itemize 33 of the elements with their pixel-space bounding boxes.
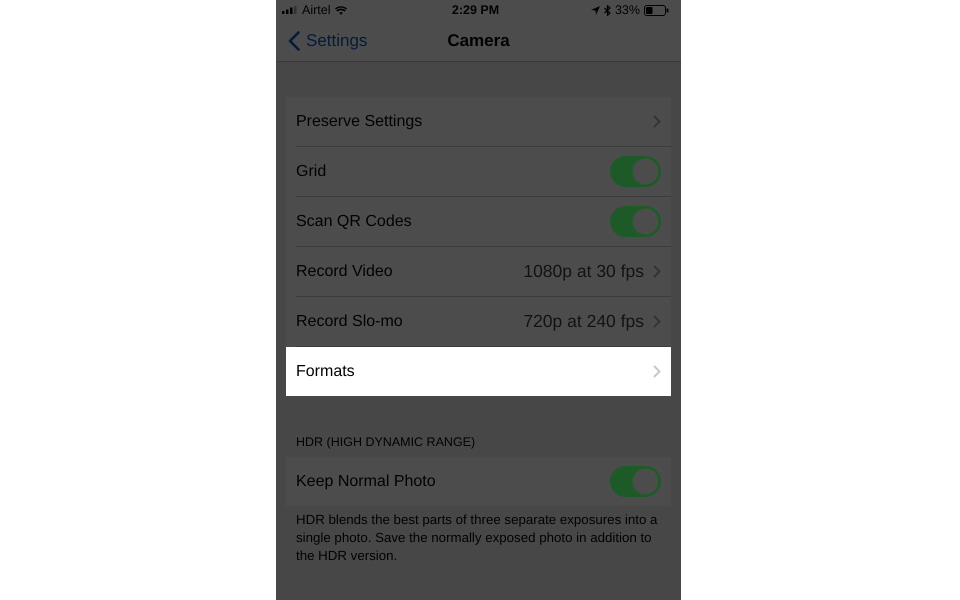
row-label: Formats <box>296 362 356 380</box>
row-label: Record Slo-mo <box>296 312 404 330</box>
signal-icon <box>282 6 297 14</box>
bluetooth-icon <box>604 4 611 16</box>
wifi-icon <box>335 6 348 14</box>
row-label: Keep Normal Photo <box>296 472 437 490</box>
battery-percent: 33% <box>614 3 640 17</box>
settings-row[interactable]: Formats <box>286 347 671 396</box>
chevron-right-icon <box>653 365 661 378</box>
status-time: 2:29 PM <box>452 3 500 17</box>
location-arrow-icon <box>590 6 600 14</box>
chevron-right-icon <box>653 265 661 278</box>
toggle-switch[interactable] <box>610 466 661 497</box>
row-value: 720p at 240 fps <box>523 311 644 332</box>
nav-title: Camera <box>447 30 510 50</box>
section-header: HDR (HIGH DYNAMIC RANGE) <box>295 434 476 451</box>
row-label: Record Video <box>296 262 394 280</box>
battery-icon <box>644 4 669 16</box>
carrier-name: Airtel <box>302 3 330 17</box>
settings-row[interactable]: Record Slo-mo 720p at 240 fps <box>286 297 671 346</box>
chevron-right-icon <box>653 315 661 328</box>
row-value: 1080p at 30 fps <box>523 261 644 282</box>
settings-row[interactable]: Record Video 1080p at 30 fps <box>286 247 671 296</box>
row-label: Preserve Settings <box>296 112 424 130</box>
row-label: Scan QR Codes <box>296 212 413 230</box>
chevron-right-icon <box>653 115 661 128</box>
toggle-switch[interactable] <box>610 156 661 187</box>
settings-row[interactable]: Preserve Settings <box>286 97 671 146</box>
chevron-left-icon <box>288 30 300 50</box>
section-footer: HDR blends the best parts of three separate exposures into a single photo. Save the normally exposed photo in addition to the HDR version. <box>286 506 671 565</box>
toggle-switch[interactable] <box>610 206 661 237</box>
back-button[interactable]: Settings <box>284 26 372 56</box>
row-label: Grid <box>296 162 328 180</box>
